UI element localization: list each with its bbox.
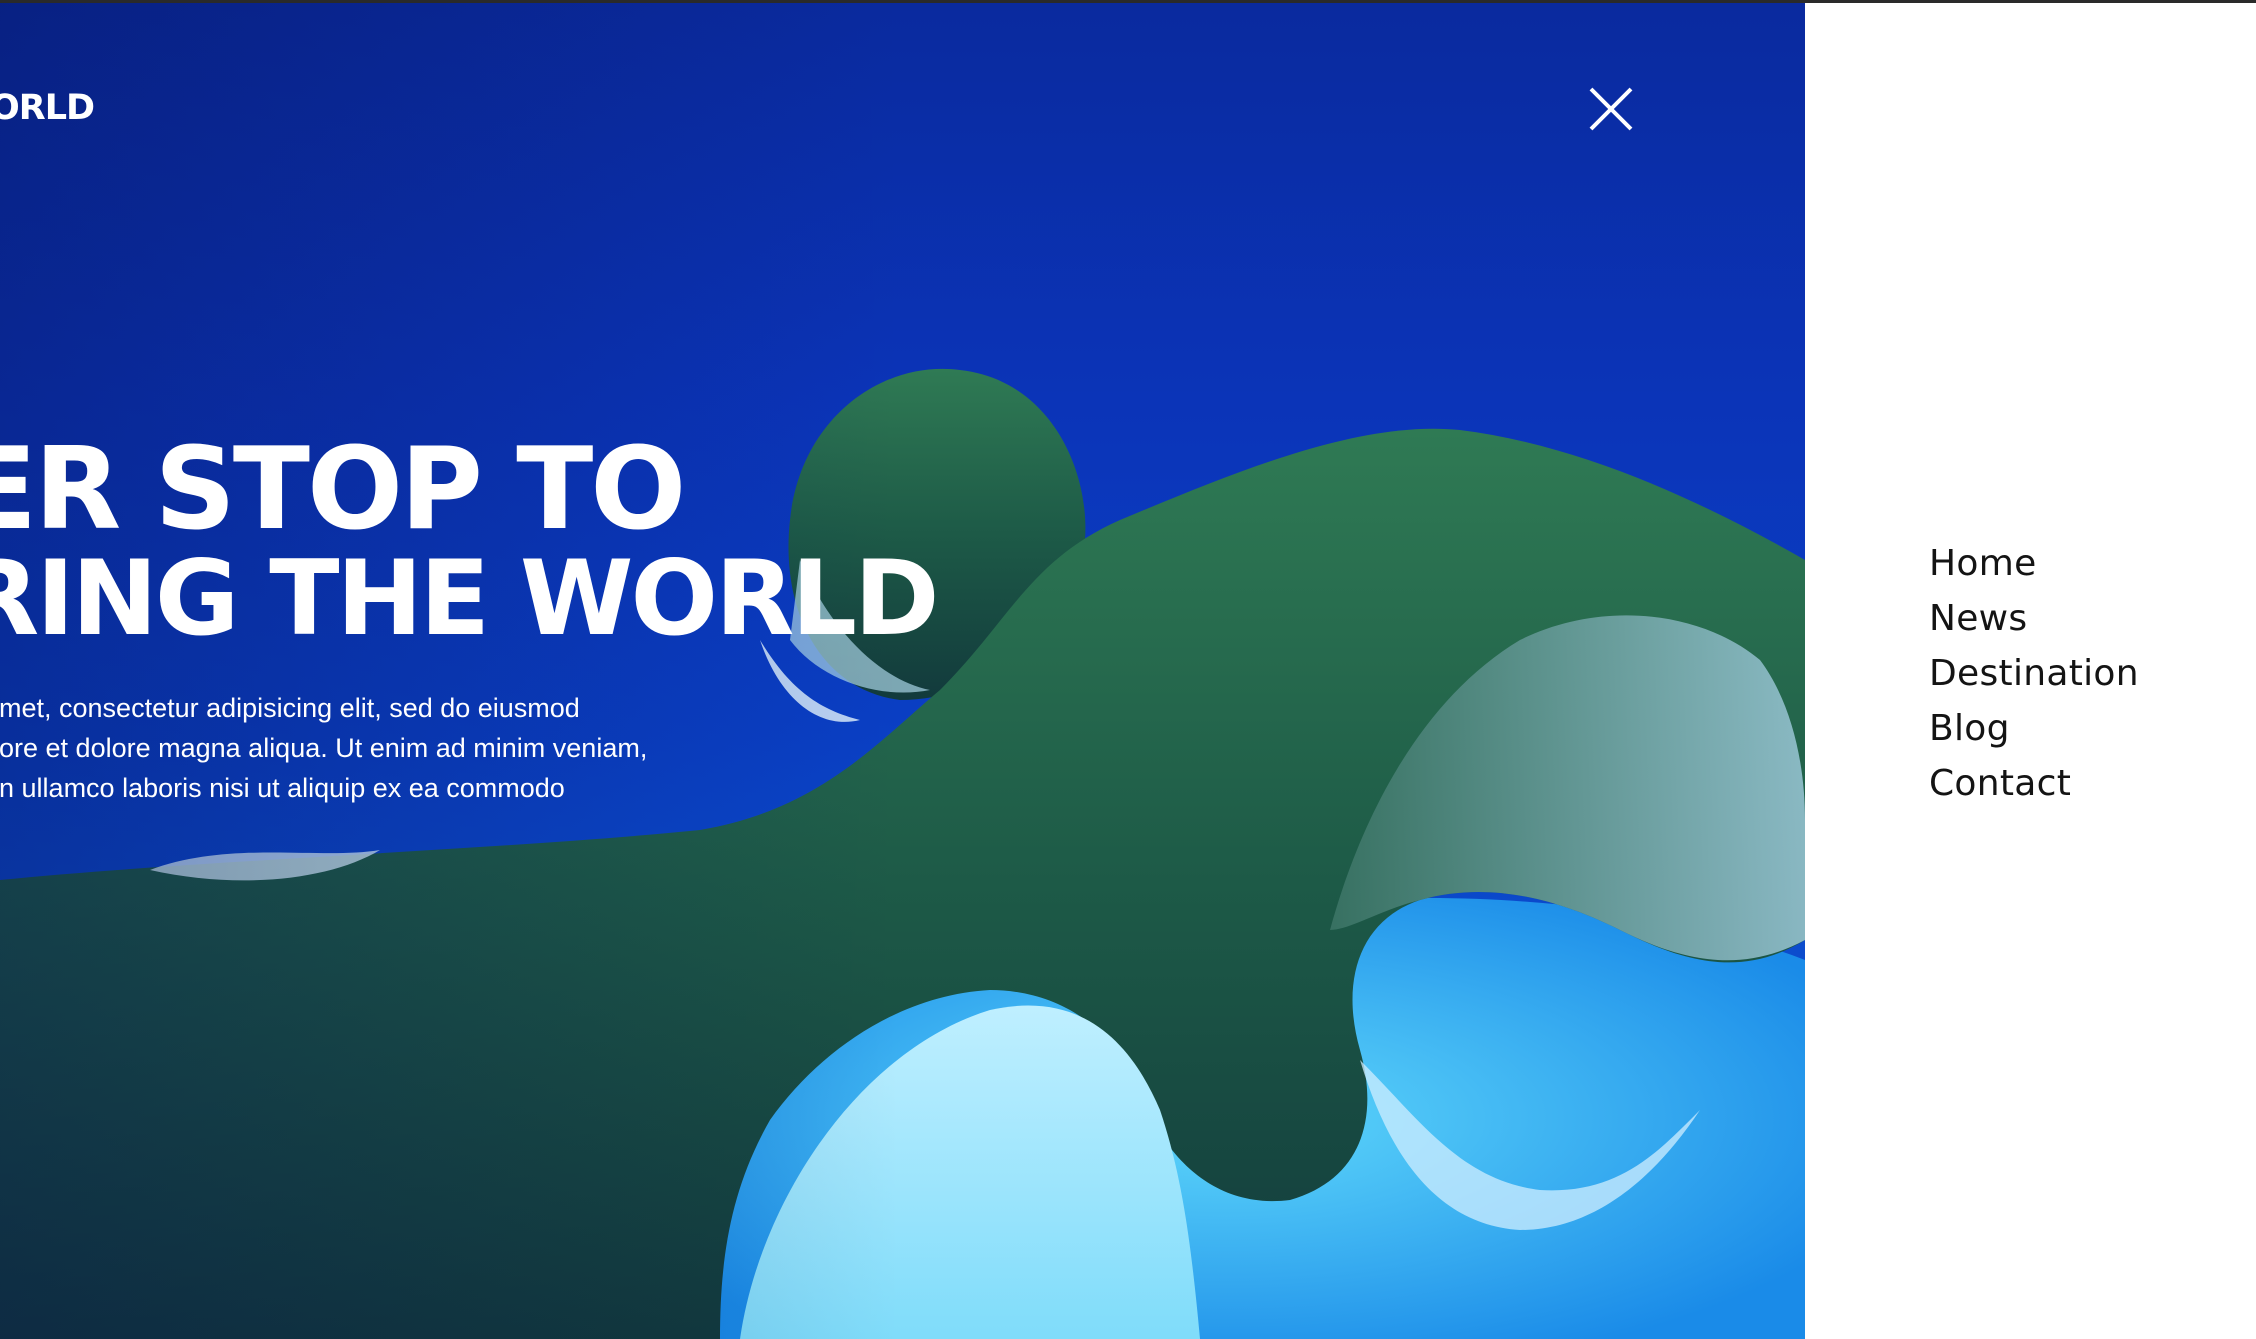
menu-item-home[interactable]: Home — [1929, 536, 2139, 591]
hero-section: ORLD ER STOP TO RING THE WORLD amet, con… — [0, 0, 1805, 1339]
side-menu-panel: Home News Destination Blog Contact — [1805, 0, 2256, 1339]
menu-item-destination[interactable]: Destination — [1929, 646, 2139, 701]
menu-item-blog[interactable]: Blog — [1929, 701, 2139, 756]
site-logo[interactable]: ORLD — [0, 88, 95, 128]
window-top-border — [0, 0, 2256, 3]
close-icon — [1589, 87, 1633, 131]
headline-line-2: RING THE WORLD — [0, 539, 940, 660]
menu-item-contact[interactable]: Contact — [1929, 756, 2139, 811]
hero-intro-text: amet, consectetur adipisicing elit, sed … — [0, 688, 647, 808]
hero-overlay — [0, 0, 900, 1339]
hero-headline: ER STOP TO RING THE WORLD — [0, 423, 940, 660]
menu-item-news[interactable]: News — [1929, 591, 2139, 646]
intro-line-2: bore et dolore magna aliqua. Ut enim ad … — [0, 733, 648, 763]
intro-line-1: amet, consectetur adipisicing elit, sed … — [0, 693, 580, 723]
headline-line-1: ER STOP TO — [0, 423, 686, 556]
intro-line-3: on ullamco laboris nisi ut aliquip ex ea… — [0, 773, 565, 803]
close-menu-button[interactable] — [1585, 83, 1637, 135]
menu-list: Home News Destination Blog Contact — [1929, 536, 2139, 811]
